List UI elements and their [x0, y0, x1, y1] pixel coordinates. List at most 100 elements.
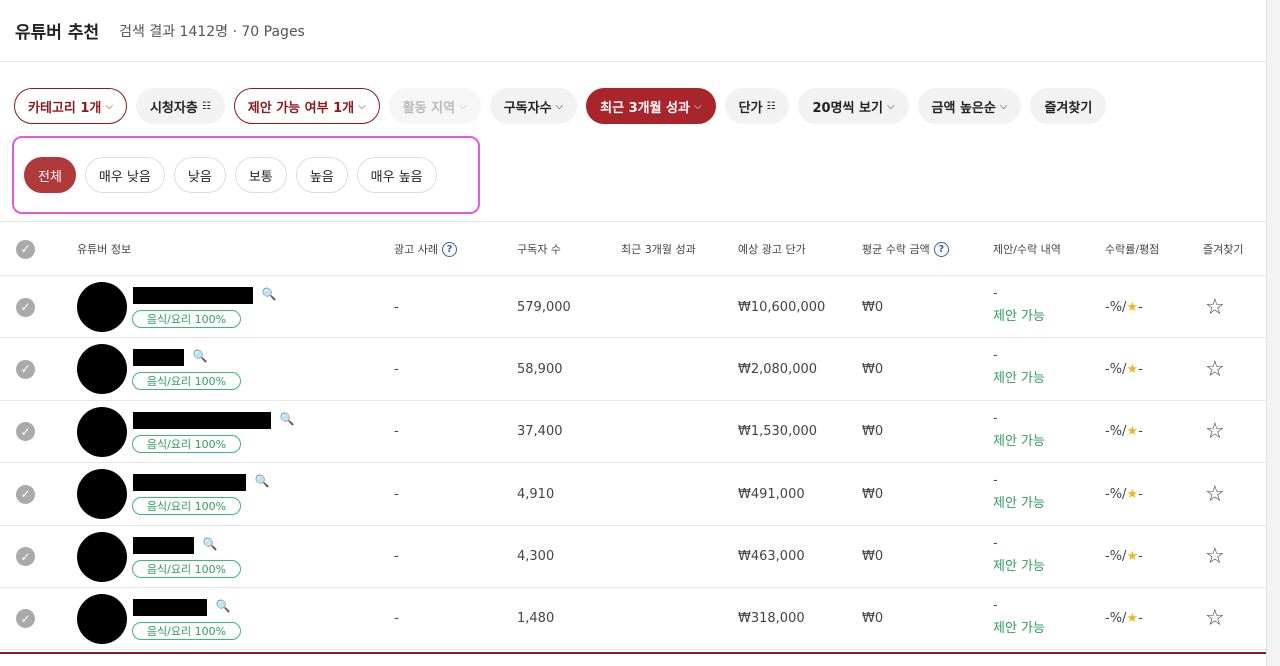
- check-icon: ✓: [16, 484, 35, 504]
- avatar[interactable]: [77, 406, 127, 457]
- avatar[interactable]: [77, 344, 127, 395]
- filter-category[interactable]: 카테고리 1개 ⌵: [14, 88, 127, 124]
- proposal-dash: -: [993, 597, 998, 613]
- proposal-dash: -: [993, 286, 998, 301]
- avg-revenue-value: ₩0: [862, 611, 884, 627]
- acceptance-rating: -%/★ -: [1105, 463, 1143, 525]
- proposal-dash: -: [993, 410, 998, 426]
- channel-name-redacted[interactable]: [133, 536, 194, 554]
- proposal-status[interactable]: 제안 가능: [993, 617, 1045, 636]
- filter-recent-performance-label: 최근 3개월 성과: [600, 100, 690, 116]
- avatar[interactable]: [77, 531, 127, 582]
- table-body: ✓ 🔍 음식/요리 100% - 579,000 ₩10,600,000 ₩0 …: [0, 276, 1266, 651]
- col-ad-cases-label: 광고 사례: [394, 243, 438, 256]
- row-checkbox[interactable]: ✓: [16, 526, 35, 588]
- document-search-icon[interactable]: 🔍: [261, 286, 277, 302]
- avatar[interactable]: [77, 469, 127, 520]
- proposal-status[interactable]: 제안 가능: [993, 430, 1045, 449]
- level-high[interactable]: 높음: [295, 157, 348, 193]
- rate-prefix: -%/: [1105, 611, 1127, 627]
- filter-region[interactable]: 활동 지역 ⌵: [388, 88, 481, 124]
- category-tag: 음식/요리 100%: [132, 434, 241, 453]
- row-checkbox[interactable]: ✓: [16, 338, 35, 400]
- level-very-low[interactable]: 매우 낮음: [84, 157, 165, 193]
- proposal-status[interactable]: 제안 가능: [993, 492, 1045, 511]
- level-low[interactable]: 낮음: [173, 157, 226, 193]
- acceptance-rating: -%/★ -: [1105, 588, 1143, 650]
- avatar[interactable]: [77, 593, 127, 644]
- row-checkbox[interactable]: ✓: [16, 588, 35, 650]
- favorite-toggle[interactable]: ☆: [1205, 276, 1225, 338]
- proposal-status[interactable]: 제안 가능: [993, 305, 1045, 324]
- table-row[interactable]: ✓ 🔍 음식/요리 100% - 1,480 ₩318,000 ₩0 - 제안 …: [0, 588, 1266, 651]
- favorite-toggle[interactable]: ☆: [1205, 338, 1225, 400]
- acceptance-rating: -%/★ -: [1105, 401, 1143, 463]
- document-search-icon[interactable]: 🔍: [192, 348, 208, 364]
- star-outline-icon: ☆: [1205, 544, 1225, 570]
- proposal-status[interactable]: 제안 가능: [993, 555, 1045, 574]
- col-subscribers[interactable]: 구독자 수: [517, 222, 561, 276]
- category-tag: 음식/요리 100%: [132, 310, 241, 328]
- channel-name-redacted[interactable]: [133, 474, 246, 492]
- proposal-history: - 제안 가능: [993, 598, 1045, 636]
- filter-category-label: 카테고리 1개: [28, 100, 102, 116]
- level-all[interactable]: 전체: [24, 157, 76, 193]
- rating-star-icon: ★: [1126, 549, 1139, 565]
- col-ad-price[interactable]: 예상 광고 단가: [738, 222, 806, 276]
- filter-sort[interactable]: 금액 높은순 ⌵: [917, 88, 1022, 124]
- filter-proposal-label: 제안 가능 여부 1개: [247, 100, 355, 116]
- favorite-toggle[interactable]: ☆: [1205, 401, 1225, 463]
- level-medium[interactable]: 보통: [234, 157, 287, 193]
- proposal-status[interactable]: 제안 가능: [993, 367, 1045, 386]
- page-scrollbar[interactable]: [1266, 0, 1280, 666]
- filter-favorites[interactable]: 즐겨찾기: [1030, 88, 1107, 124]
- favorite-toggle[interactable]: ☆: [1205, 526, 1225, 588]
- table-header: ✓ 유튜버 정보 광고 사례? 구독자 수 최근 3개월 성과 예상 광고 단가…: [0, 222, 1266, 276]
- row-checkbox[interactable]: ✓: [16, 276, 35, 338]
- row-checkbox[interactable]: ✓: [16, 463, 35, 525]
- col-recent-performance[interactable]: 최근 3개월 성과: [621, 222, 696, 276]
- filter-price[interactable]: 단가 ☷: [724, 88, 790, 124]
- channel-name-redacted[interactable]: [133, 598, 207, 616]
- filter-subscribers[interactable]: 구독자수 ⌵: [489, 88, 578, 124]
- document-search-icon[interactable]: 🔍: [279, 411, 295, 427]
- filter-subscribers-label: 구독자수: [503, 100, 552, 116]
- check-icon: ✓: [16, 239, 35, 259]
- rate-suffix: -: [1138, 549, 1143, 565]
- category-tag: 음식/요리 100%: [132, 559, 241, 578]
- help-icon[interactable]: ?: [441, 241, 457, 257]
- table-row[interactable]: ✓ 🔍 음식/요리 100% - 4,300 ₩463,000 ₩0 - 제안 …: [0, 526, 1266, 588]
- filter-recent-performance[interactable]: 최근 3개월 성과 ⌵: [586, 88, 716, 124]
- ad-price-value: ₩491,000: [738, 486, 805, 502]
- filter-audience[interactable]: 시청자층 ☷: [135, 88, 225, 124]
- row-checkbox[interactable]: ✓: [16, 401, 35, 463]
- table-row[interactable]: ✓ 🔍 음식/요리 100% - 579,000 ₩10,600,000 ₩0 …: [0, 276, 1266, 339]
- table-row[interactable]: ✓ 🔍 음식/요리 100% - 37,400 ₩1,530,000 ₩0 - …: [0, 401, 1266, 464]
- table-row[interactable]: ✓ 🔍 음식/요리 100% - 58,900 ₩2,080,000 ₩0 - …: [0, 338, 1266, 401]
- channel-name-redacted[interactable]: [133, 349, 184, 367]
- filter-proposal-availability[interactable]: 제안 가능 여부 1개 ⌵: [233, 88, 380, 124]
- rate-suffix: -: [1138, 486, 1143, 502]
- document-search-icon[interactable]: 🔍: [254, 473, 270, 489]
- channel-name-redacted[interactable]: [133, 411, 271, 429]
- ad-price-value: ₩463,000: [738, 549, 805, 565]
- favorite-toggle[interactable]: ☆: [1205, 588, 1225, 650]
- bottom-divider: [0, 652, 1266, 654]
- favorite-toggle[interactable]: ☆: [1205, 463, 1225, 525]
- document-search-icon[interactable]: 🔍: [215, 598, 231, 614]
- select-all-checkbox[interactable]: ✓: [16, 222, 35, 276]
- subscribers-value: 58,900: [517, 361, 563, 377]
- chevron-down-icon: ⌵: [693, 100, 702, 112]
- youtuber-table: ✓ 유튜버 정보 광고 사례? 구독자 수 최근 3개월 성과 예상 광고 단가…: [0, 221, 1266, 651]
- channel-name-redacted[interactable]: [133, 287, 253, 304]
- star-outline-icon: ☆: [1205, 294, 1225, 320]
- level-very-high[interactable]: 매우 높음: [356, 157, 437, 193]
- col-favorite: 즐겨찾기: [1203, 243, 1244, 256]
- help-icon[interactable]: ?: [933, 241, 949, 257]
- table-row[interactable]: ✓ 🔍 음식/요리 100% - 4,910 ₩491,000 ₩0 - 제안 …: [0, 463, 1266, 526]
- avatar[interactable]: [77, 282, 127, 332]
- rate-prefix: -%/: [1105, 299, 1127, 315]
- document-search-icon[interactable]: 🔍: [202, 536, 218, 552]
- chevron-down-icon: ⌵: [999, 100, 1008, 112]
- filter-page-size[interactable]: 20명씩 보기 ⌵: [798, 88, 909, 124]
